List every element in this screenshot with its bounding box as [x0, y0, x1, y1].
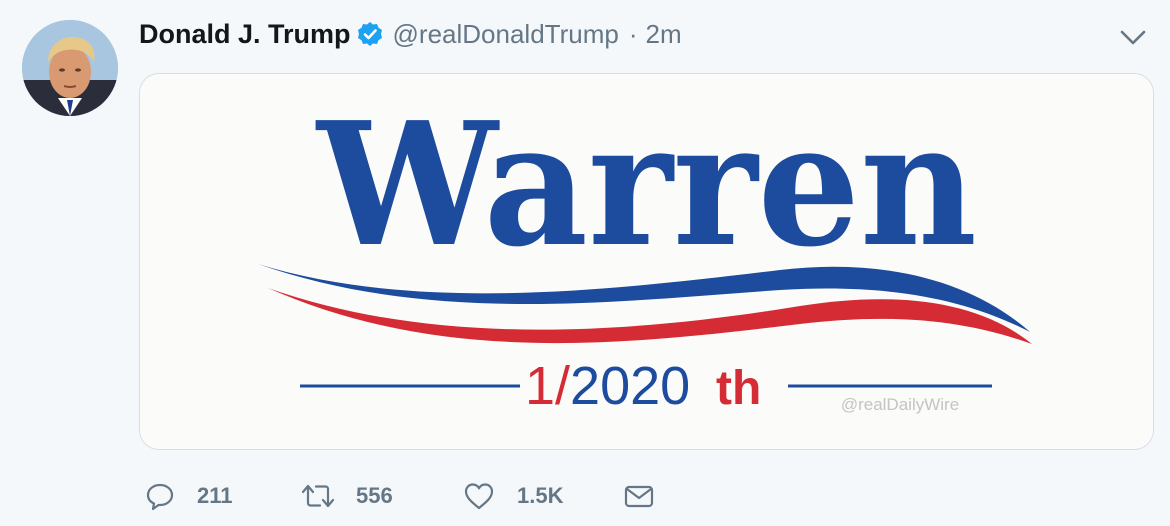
tweet-header: Donald J. Trump @realDonaldTrump · 2m	[139, 14, 682, 54]
tweet: Donald J. Trump @realDonaldTrump · 2m Wa…	[0, 0, 1170, 526]
logo-headline: Warren	[315, 85, 977, 285]
verified-badge-icon	[357, 21, 383, 47]
watermark: @realDailyWire	[841, 395, 959, 414]
retweet-icon	[300, 481, 336, 511]
separator-dot: ·	[628, 18, 638, 49]
like-count: 1.5K	[517, 483, 564, 508]
logo-suffix: th	[716, 362, 761, 415]
timestamp[interactable]: 2m	[646, 19, 682, 50]
heart-icon	[463, 481, 495, 511]
reply-count: 211	[197, 483, 233, 508]
campaign-logo-image: Warren 1/2020 th @realDailyWire	[140, 74, 1153, 449]
like-button[interactable]: 1.5K	[463, 476, 563, 516]
retweet-button[interactable]: 556	[300, 476, 393, 516]
fraction-numerator: 1/	[525, 356, 570, 416]
profile-photo	[22, 20, 118, 116]
user-handle[interactable]: @realDonaldTrump	[393, 19, 619, 50]
reply-icon	[145, 481, 175, 511]
avatar[interactable]	[22, 20, 118, 116]
retweet-count: 556	[356, 483, 393, 508]
tweet-actions: 211 556 1.5K	[145, 476, 705, 516]
logo-fraction: 1/2020	[525, 356, 690, 416]
fraction-year: 2020	[570, 356, 690, 416]
chevron-down-icon[interactable]	[1116, 24, 1150, 50]
direct-message-button[interactable]	[623, 476, 655, 516]
reply-button[interactable]: 211	[145, 476, 233, 516]
display-name[interactable]: Donald J. Trump	[139, 19, 351, 50]
media-image[interactable]: Warren 1/2020 th @realDailyWire	[139, 73, 1154, 450]
envelope-icon	[623, 481, 655, 511]
